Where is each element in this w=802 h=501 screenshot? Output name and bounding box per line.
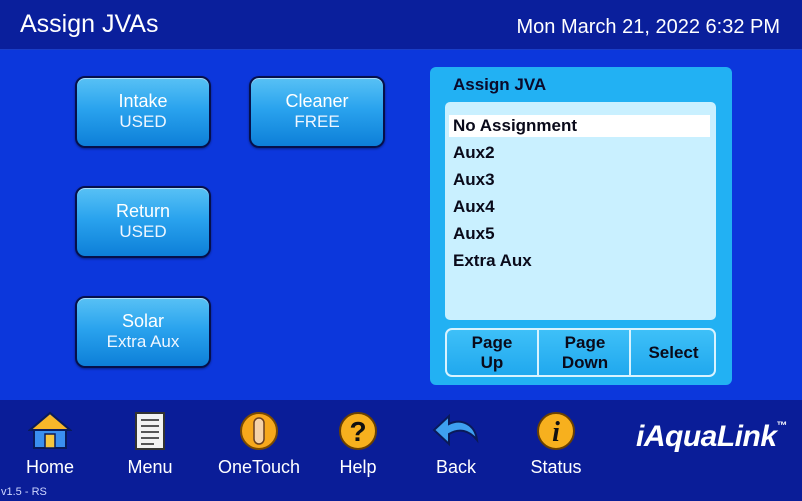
valve-name: Return xyxy=(115,201,171,221)
iaqualink-logo: iAquaLink™ xyxy=(636,420,787,454)
main-area: Intake USED Cleaner FREE Return USED Sol… xyxy=(0,50,802,400)
page-up-button[interactable]: Page Up xyxy=(447,330,537,375)
nav-back[interactable]: Back xyxy=(416,400,496,484)
valve-state: USED xyxy=(119,112,167,131)
list-item-no-assignment[interactable]: No Assignment xyxy=(449,115,710,137)
brand-name: iAquaLink xyxy=(636,420,777,453)
list-item-aux4[interactable]: Aux4 xyxy=(449,196,710,218)
solar-valve-button[interactable]: Solar Extra Aux xyxy=(75,296,211,368)
nav-status[interactable]: i Status xyxy=(516,400,596,484)
list-item-aux3[interactable]: Aux3 xyxy=(449,169,710,191)
list-item-extra-aux[interactable]: Extra Aux xyxy=(449,250,710,272)
finger-touch-icon xyxy=(239,410,279,457)
valve-state: Extra Aux xyxy=(106,332,180,351)
nav-help[interactable]: ? Help xyxy=(318,400,398,484)
nav-menu-label: Menu xyxy=(127,457,173,477)
header-bar: Assign JVAs Mon March 21, 2022 6:32 PM xyxy=(0,0,802,50)
screen: Assign JVAs Mon March 21, 2022 6:32 PM I… xyxy=(0,0,802,501)
valve-name: Solar xyxy=(121,311,165,331)
nav-onetouch-label: OneTouch xyxy=(217,457,301,477)
menu-document-icon xyxy=(132,410,168,457)
nav-back-label: Back xyxy=(435,457,477,477)
assignment-list[interactable]: No Assignment Aux2 Aux3 Aux4 Aux5 Extra … xyxy=(445,102,716,320)
panel-button-bar: Page Up Page Down Select xyxy=(445,328,716,377)
page-up-line2: Up xyxy=(480,352,504,372)
list-item-aux2[interactable]: Aux2 xyxy=(449,142,710,164)
page-down-line2: Down xyxy=(561,352,609,372)
valve-state: FREE xyxy=(294,112,340,131)
valve-name: Cleaner xyxy=(285,91,349,111)
list-item-aux5[interactable]: Aux5 xyxy=(449,223,710,245)
panel-title: Assign JVA xyxy=(453,75,547,94)
valve-state: USED xyxy=(119,222,167,241)
nav-menu[interactable]: Menu xyxy=(110,400,190,484)
svg-text:?: ? xyxy=(349,416,366,447)
trademark-symbol: ™ xyxy=(776,420,788,432)
page-up-line1: Page xyxy=(471,332,513,352)
nav-home-label: Home xyxy=(25,457,74,477)
bottom-nav: Home Menu OneTouch ? Help Back i Status … xyxy=(0,400,802,484)
return-valve-button[interactable]: Return USED xyxy=(75,186,211,258)
cleaner-valve-button[interactable]: Cleaner FREE xyxy=(249,76,385,148)
home-icon xyxy=(27,410,73,457)
valve-name: Intake xyxy=(118,91,168,111)
datetime-display: Mon March 21, 2022 6:32 PM xyxy=(516,16,780,38)
nav-home[interactable]: Home xyxy=(10,400,90,484)
page-down-line1: Page xyxy=(564,332,606,352)
nav-help-label: Help xyxy=(339,457,377,477)
version-label: v1.5 - RS xyxy=(0,484,802,501)
svg-text:i: i xyxy=(552,417,560,448)
assign-jva-panel: Assign JVA No Assignment Aux2 Aux3 Aux4 … xyxy=(430,67,732,385)
nav-status-label: Status xyxy=(530,457,582,477)
help-question-icon: ? xyxy=(338,410,378,457)
info-icon: i xyxy=(536,410,576,457)
intake-valve-button[interactable]: Intake USED xyxy=(75,76,211,148)
back-arrow-icon xyxy=(431,410,481,457)
page-title: Assign JVAs xyxy=(20,10,159,38)
page-down-button[interactable]: Page Down xyxy=(537,330,631,375)
nav-onetouch[interactable]: OneTouch xyxy=(208,400,310,484)
select-button[interactable]: Select xyxy=(629,330,714,375)
